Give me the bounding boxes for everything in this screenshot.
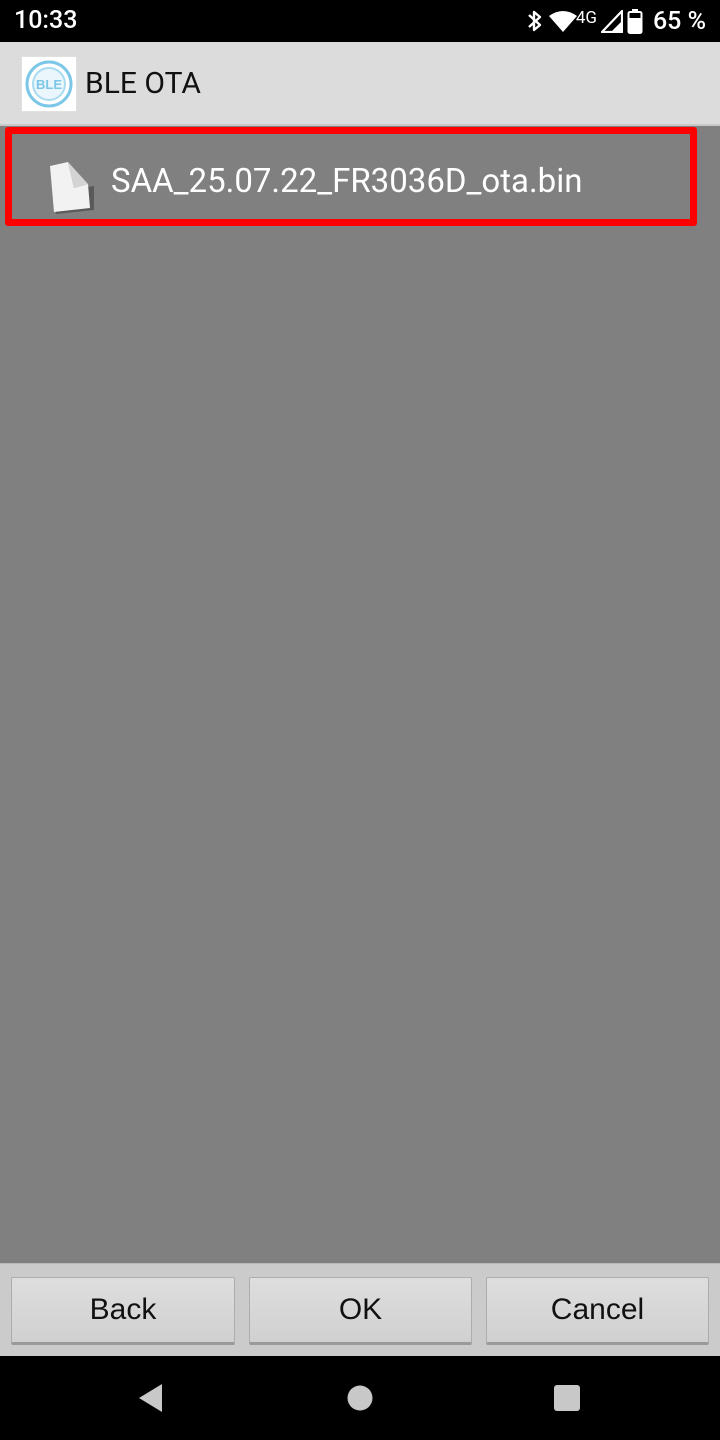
- status-icons: 4G 65 %: [526, 6, 706, 36]
- ble-logo-icon: BLE: [25, 60, 73, 108]
- file-list-item[interactable]: SAA_25.07.22_FR3036D_ota.bin: [5, 127, 697, 226]
- cancel-button[interactable]: Cancel: [486, 1277, 709, 1345]
- network-type: 4G: [575, 8, 597, 28]
- navigation-bar: [0, 1356, 720, 1440]
- signal-icon: [600, 9, 623, 33]
- app-title: BLE OTA: [85, 66, 201, 101]
- ok-button[interactable]: OK: [249, 1277, 472, 1345]
- button-bar: Back OK Cancel: [0, 1263, 720, 1356]
- app-bar: BLE BLE OTA: [0, 42, 720, 126]
- back-button[interactable]: Back: [11, 1277, 235, 1345]
- svg-text:BLE: BLE: [36, 77, 62, 92]
- file-list: SAA_25.07.22_FR3036D_ota.bin: [0, 126, 720, 1263]
- battery-percent: 65 %: [652, 6, 706, 36]
- recents-icon[interactable]: [553, 1384, 581, 1412]
- back-icon[interactable]: [136, 1382, 166, 1414]
- home-icon[interactable]: [345, 1383, 375, 1413]
- status-bar: 10:33 4G 65 %: [0, 0, 720, 42]
- app-logo: BLE: [21, 56, 77, 112]
- status-time: 10:33: [14, 6, 78, 35]
- battery-icon: [627, 9, 643, 34]
- file-icon: [50, 162, 94, 214]
- bluetooth-icon: [528, 10, 542, 32]
- file-name: SAA_25.07.22_FR3036D_ota.bin: [111, 162, 583, 201]
- wifi-icon: [548, 11, 577, 32]
